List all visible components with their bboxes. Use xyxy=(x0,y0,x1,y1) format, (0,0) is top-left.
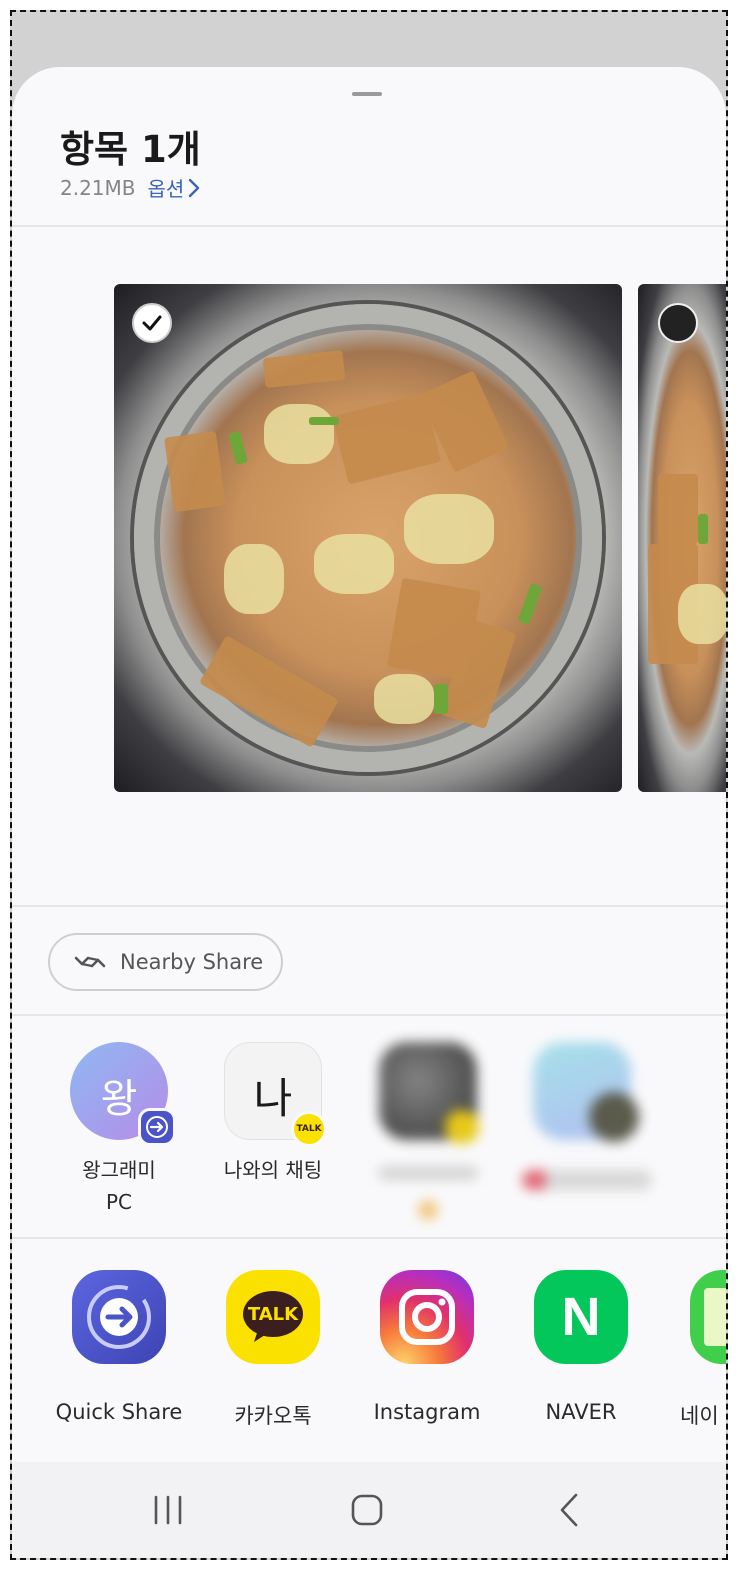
nearby-share-icon xyxy=(74,956,106,968)
avatar: 나 TALK xyxy=(224,1042,327,1147)
avatar xyxy=(379,1042,479,1144)
preview-image-unselected[interactable] xyxy=(638,284,726,792)
preview-image-selected[interactable] xyxy=(114,284,622,792)
app-label: 카카오톡 xyxy=(234,1404,312,1428)
chevron-right-icon xyxy=(189,178,200,197)
naver-icon: N xyxy=(534,1270,628,1364)
recent-apps-button[interactable] xyxy=(150,1492,186,1532)
options-link[interactable]: 옵션 xyxy=(148,173,201,202)
direct-share-contact[interactable] xyxy=(368,1042,488,1220)
sheet-subtitle: 2.21MB 옵션 xyxy=(60,173,200,202)
contact-label: 왕그래미 PC xyxy=(82,1158,156,1214)
app-label: NAVER xyxy=(545,1400,617,1424)
file-size: 2.21MB xyxy=(60,175,136,200)
checkmark-icon xyxy=(142,315,162,331)
divider xyxy=(12,225,726,227)
phone-screen: 항목 1개 2.21MB 옵션 Nearby Share 왕 왕그래미 PC 나… xyxy=(10,10,728,1560)
quick-share-badge-icon xyxy=(138,1108,176,1146)
circle-icon[interactable] xyxy=(658,303,698,343)
app-quick-share[interactable]: Quick Share xyxy=(49,1270,189,1424)
navigation-bar xyxy=(12,1462,726,1558)
divider xyxy=(12,1237,726,1239)
direct-share-contact[interactable]: 왕 왕그래미 PC xyxy=(59,1042,179,1218)
back-button[interactable] xyxy=(552,1492,588,1532)
kakaotalk-badge-icon: TALK xyxy=(291,1111,327,1147)
avatar xyxy=(533,1042,639,1142)
divider xyxy=(12,905,726,907)
recent-apps-icon xyxy=(154,1495,182,1525)
direct-share-contact[interactable]: 나 TALK 나와의 채팅 xyxy=(213,1042,333,1186)
contact-label: 나와의 채팅 xyxy=(223,1158,323,1182)
naver-memo-icon xyxy=(690,1270,726,1364)
instagram-icon xyxy=(380,1270,474,1364)
app-instagram[interactable]: Instagram xyxy=(357,1270,497,1424)
selected-checkbox[interactable] xyxy=(132,303,172,343)
nearby-share-label: Nearby Share xyxy=(120,950,264,974)
home-icon xyxy=(351,1494,383,1526)
share-sheet: 항목 1개 2.21MB 옵션 Nearby Share 왕 왕그래미 PC 나… xyxy=(12,67,726,1558)
sheet-title: 항목 1개 xyxy=(60,128,201,171)
app-label: Instagram xyxy=(373,1400,481,1424)
options-label: 옵션 xyxy=(147,177,185,201)
home-button[interactable] xyxy=(349,1492,385,1532)
app-naver[interactable]: N NAVER xyxy=(511,1270,651,1424)
nearby-share-button[interactable]: Nearby Share xyxy=(48,933,283,991)
drag-handle[interactable] xyxy=(352,92,382,96)
avatar: 왕 xyxy=(70,1042,176,1146)
kakaotalk-icon: TALK xyxy=(226,1270,320,1364)
app-label: Quick Share xyxy=(55,1400,183,1424)
app-label: 네이 xyxy=(680,1404,719,1428)
app-kakaotalk[interactable]: TALK 카카오톡 xyxy=(203,1270,343,1430)
quick-share-icon xyxy=(72,1270,166,1364)
direct-share-contact[interactable] xyxy=(522,1042,652,1190)
back-icon xyxy=(560,1493,578,1527)
divider xyxy=(12,1014,726,1016)
app-naver-partial[interactable]: 네이 xyxy=(666,1270,726,1430)
